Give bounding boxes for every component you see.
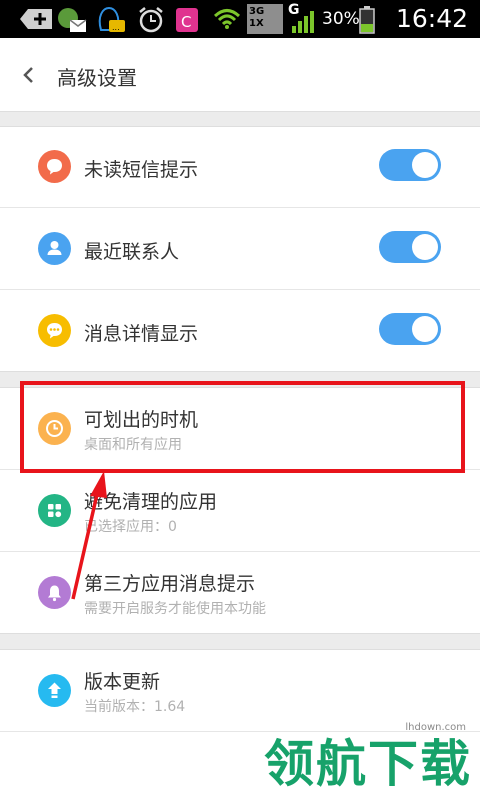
message-details-toggle[interactable] (379, 313, 441, 345)
recent-contacts-toggle[interactable] (379, 231, 441, 263)
setting-row-version-update[interactable]: 版本更新 当前版本：1.64 (0, 650, 480, 731)
signal-strength-icon (292, 11, 314, 33)
setting-row-protected-apps[interactable]: 避免清理的应用 已选择应用：0 (0, 470, 480, 551)
setting-row-third-party-notifications[interactable]: 第三方应用消息提示 需要开启服务才能使用本功能 (0, 552, 480, 633)
chat-dots-icon (38, 314, 71, 347)
wifi-icon (213, 9, 241, 29)
setting-label: 第三方应用消息提示 (84, 573, 256, 595)
email-notification-icon (58, 8, 87, 32)
battery-percent: 30% (322, 9, 360, 29)
setting-row-unread-sms[interactable]: 未读短信提示 (0, 127, 480, 207)
setting-label: 未读短信提示 (84, 159, 199, 181)
status-time: 16:42 (395, 4, 468, 33)
setting-row-recent-contacts[interactable]: 最近联系人 (0, 208, 480, 289)
setting-sublabel: 需要开启服务才能使用本功能 (84, 601, 266, 617)
setting-label: 最近联系人 (84, 241, 180, 263)
apps-grid-icon (38, 494, 71, 527)
watermark-url: lhdown.com (405, 722, 466, 733)
toggle-knob (412, 316, 438, 342)
toggle-knob (412, 152, 438, 178)
app-header: 高级设置 (0, 38, 480, 112)
toggle-knob (412, 234, 438, 260)
svg-text:C: C (181, 13, 191, 31)
app-notification-icon: C (176, 8, 198, 32)
setting-sublabel: 当前版本：1.64 (84, 699, 186, 715)
svg-text:...: ... (112, 23, 120, 32)
setting-label: 消息详情显示 (84, 323, 199, 345)
battery-icon (359, 6, 375, 34)
unread-sms-toggle[interactable] (379, 149, 441, 181)
setting-row-message-details[interactable]: 消息详情显示 (0, 290, 480, 371)
setting-label: 避免清理的应用 (84, 491, 218, 513)
message-bubble-icon (38, 150, 71, 183)
highlight-box (20, 381, 465, 473)
add-notification-icon (20, 9, 52, 29)
setting-label: 版本更新 (84, 671, 161, 693)
person-icon (38, 232, 71, 265)
qq-notification-icon: ... (98, 6, 125, 32)
alarm-clock-icon (139, 7, 163, 33)
watermark-text: 领航下载 (264, 735, 472, 793)
upload-arrow-icon (38, 674, 71, 707)
watermark-logo: lhdown.com 领航下载 (264, 722, 472, 796)
page-title: 高级设置 (57, 66, 137, 90)
chevron-left-icon[interactable] (20, 64, 38, 86)
section-divider (0, 111, 480, 127)
status-bar: ... C 3G 1X G 30% 16:42 (0, 0, 480, 38)
section-divider (0, 633, 480, 650)
setting-sublabel: 已选择应用：0 (84, 519, 177, 535)
bell-icon (38, 576, 71, 609)
network-type-indicator: 3G 1X (247, 4, 283, 34)
